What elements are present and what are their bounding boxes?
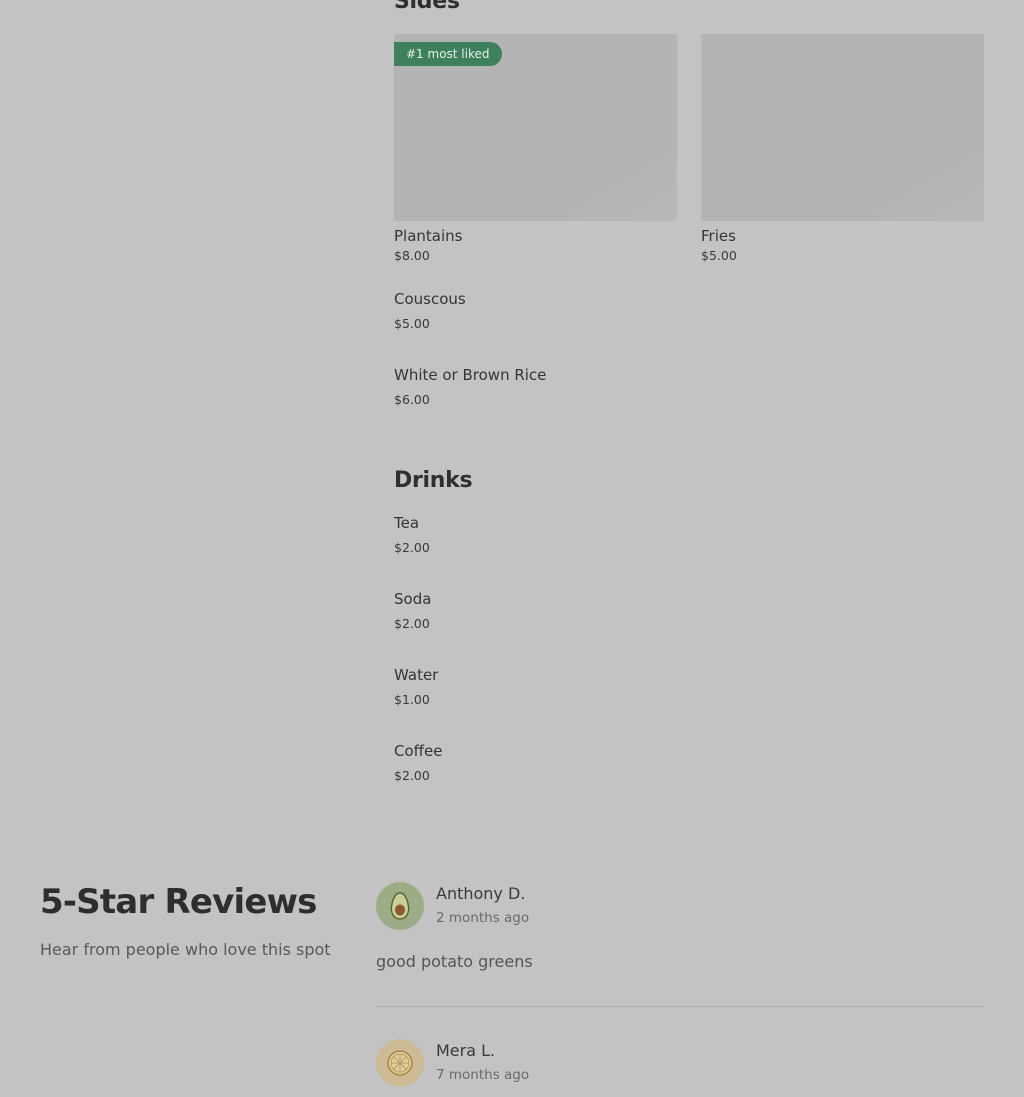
menu-item-water[interactable]: Water $1.00: [394, 666, 984, 707]
item-name: Soda: [394, 590, 432, 608]
menu-item-card-plantains[interactable]: #1 most liked Plantains $8.00: [394, 34, 677, 263]
menu-item-couscous[interactable]: Couscous $5.00: [394, 290, 984, 331]
review-divider: [376, 1006, 984, 1007]
reviewer-name: Anthony D.: [436, 884, 526, 903]
item-price: $5.00: [394, 316, 430, 331]
menu-item-coffee[interactable]: Coffee $2.00: [394, 742, 984, 783]
item-name: Coffee: [394, 742, 443, 760]
citrus-slice-icon: [376, 1039, 424, 1087]
item-price: $8.00: [394, 248, 430, 263]
reviewer-name: Mera L.: [436, 1041, 496, 1060]
item-name: Fries: [701, 227, 736, 245]
sides-section-title: Sides: [394, 0, 460, 14]
item-image: [701, 34, 984, 221]
menu-item-soda[interactable]: Soda $2.00: [394, 590, 984, 631]
review-text: good potato greens: [376, 952, 533, 971]
menu-item-card-fries[interactable]: Fries $5.00: [701, 34, 984, 263]
item-name: White or Brown Rice: [394, 366, 547, 384]
item-name: Plantains: [394, 227, 463, 245]
item-price: $2.00: [394, 768, 430, 783]
most-liked-badge: #1 most liked: [394, 42, 502, 66]
review-card: Anthony D. 2 months ago good potato gree…: [376, 882, 984, 982]
item-price: $2.00: [394, 540, 430, 555]
avocado-icon: [376, 882, 424, 930]
item-price: $6.00: [394, 392, 430, 407]
item-price: $5.00: [701, 248, 737, 263]
drinks-section-title: Drinks: [394, 468, 473, 493]
item-name: Tea: [394, 514, 420, 532]
review-time: 2 months ago: [436, 910, 530, 926]
item-name: Couscous: [394, 290, 466, 308]
menu-item-tea[interactable]: Tea $2.00: [394, 514, 984, 555]
item-price: $2.00: [394, 616, 430, 631]
review-card: Mera L. 7 months ago: [376, 1039, 984, 1097]
item-price: $1.00: [394, 692, 430, 707]
avatar: [376, 1039, 424, 1087]
reviews-title: 5-Star Reviews: [40, 882, 317, 922]
menu-item-white-or-brown-rice[interactable]: White or Brown Rice $6.00: [394, 366, 984, 407]
item-image: #1 most liked: [394, 34, 677, 221]
review-time: 7 months ago: [436, 1067, 530, 1083]
item-name: Water: [394, 666, 439, 684]
avatar: [376, 882, 424, 930]
reviews-subtitle: Hear from people who love this spot: [40, 940, 331, 959]
